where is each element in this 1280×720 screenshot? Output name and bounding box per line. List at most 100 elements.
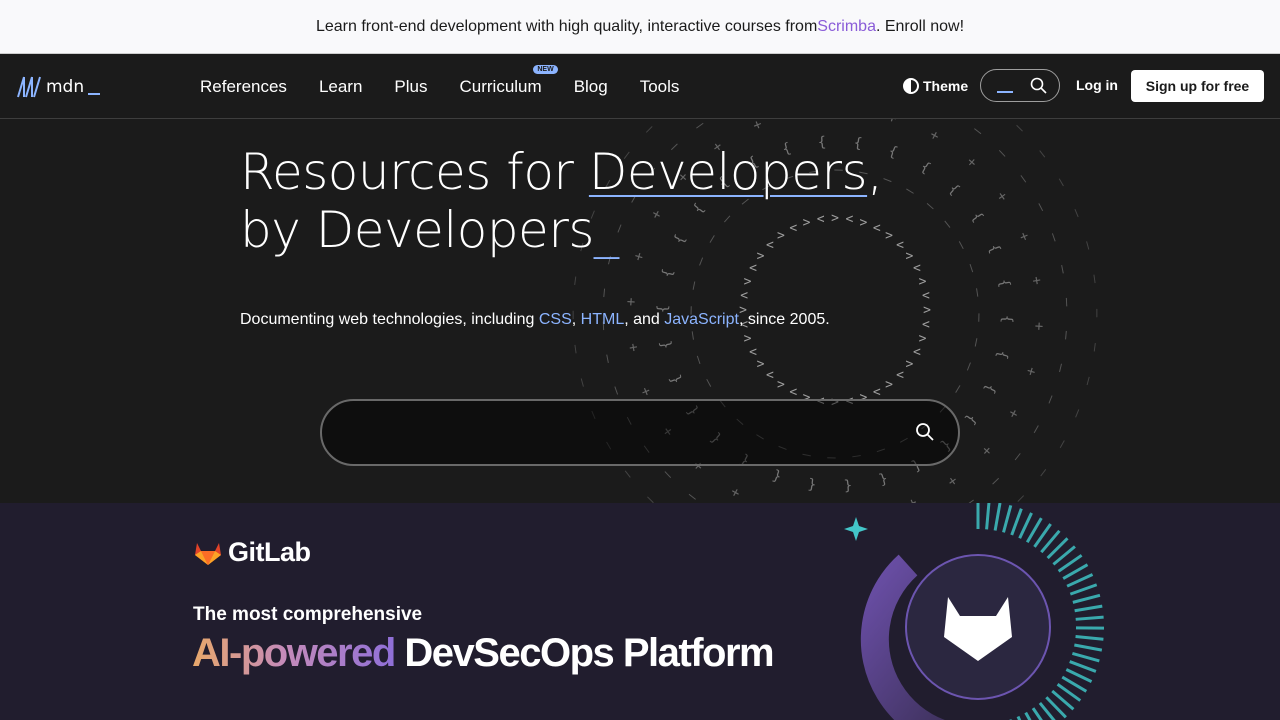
svg-text:+: + [944, 472, 960, 490]
sparkle-teal [844, 517, 868, 541]
svg-text:{: { [993, 349, 1011, 361]
gitlab-ad[interactable]: GitLab The most comprehensive AI-powered… [0, 503, 1280, 720]
svg-text:{: { [877, 470, 890, 488]
svg-text:+: + [993, 189, 1011, 205]
ad-illustration [844, 503, 1105, 720]
svg-text:—: — [943, 119, 959, 122]
svg-text:<: < [789, 385, 797, 400]
javascript-link[interactable]: JavaScript [664, 311, 739, 328]
svg-text:—: — [962, 494, 979, 503]
svg-text:{: { [968, 209, 986, 225]
svg-text:{: { [962, 411, 980, 427]
svg-text:+: + [623, 297, 639, 306]
html-link[interactable]: HTML [581, 311, 625, 328]
svg-text:<: < [922, 317, 930, 332]
svg-text:—: — [1034, 465, 1052, 482]
svg-text:+: + [796, 119, 807, 121]
svg-text:—: — [1012, 490, 1030, 503]
svg-text:{: { [807, 476, 818, 493]
svg-text:{: { [770, 467, 783, 485]
nav-tools[interactable]: Tools [624, 77, 696, 97]
svg-text:+: + [978, 442, 996, 459]
nav-blog[interactable]: Blog [558, 77, 624, 97]
svg-text:—: — [689, 353, 707, 367]
svg-text:—: — [902, 182, 918, 200]
nav-references[interactable]: References [184, 77, 303, 97]
svg-text:{: { [981, 381, 999, 396]
svg-text:—: — [1009, 449, 1027, 466]
svg-text:+: + [1028, 275, 1045, 286]
svg-text:>: > [919, 275, 927, 290]
svg-text:—: — [881, 171, 895, 189]
banner-text-end: . Enroll now! [875, 17, 965, 35]
nav-curriculum[interactable]: Curriculum NEW [444, 64, 558, 97]
svg-text:—: — [1053, 437, 1071, 453]
svg-text:+: + [886, 119, 899, 127]
svg-text:<: < [896, 238, 904, 253]
svg-text:—: — [963, 262, 981, 276]
ad-title-rest: DevSecOps Platform [394, 631, 774, 675]
svg-text:—: — [970, 122, 987, 140]
svg-text:—: — [994, 145, 1012, 163]
svg-text:+: + [927, 127, 942, 145]
svg-text:—: — [967, 337, 984, 349]
svg-text:—: — [640, 120, 658, 138]
svg-text:<: < [896, 368, 904, 383]
main-nav: References Learn Plus Curriculum NEW Blo… [184, 54, 695, 119]
svg-text:—: — [685, 279, 702, 291]
svg-text:—: — [684, 330, 701, 341]
mdn-logo[interactable]: mdn [16, 74, 101, 100]
svg-text:—: — [573, 376, 591, 389]
svg-text:—: — [1027, 422, 1045, 438]
svg-text:—: — [684, 488, 701, 503]
svg-text:—: — [1045, 231, 1063, 245]
svg-text:+: + [751, 119, 765, 134]
signup-button[interactable]: Sign up for free [1131, 70, 1264, 102]
svg-text:—: — [607, 383, 625, 397]
svg-text:—: — [692, 119, 709, 134]
svg-text:—: — [939, 216, 957, 233]
login-link[interactable]: Log in [1076, 77, 1118, 93]
css-link[interactable]: CSS [539, 311, 572, 328]
svg-text:—: — [1054, 264, 1071, 276]
search-icon[interactable] [914, 421, 936, 443]
svg-text:—: — [567, 275, 584, 286]
svg-text:{: { [667, 372, 685, 386]
search-cursor [997, 90, 1013, 93]
svg-text:<: < [749, 345, 757, 360]
svg-text:—: — [971, 313, 987, 322]
nav-learn[interactable]: Learn [303, 77, 378, 97]
svg-text:—: — [1086, 342, 1103, 353]
svg-text:>: > [885, 377, 893, 392]
svg-text:<: < [922, 289, 930, 304]
svg-text:+: + [728, 483, 743, 501]
nav-plus[interactable]: Plus [378, 77, 443, 97]
new-badge: NEW [533, 64, 558, 74]
gitlab-fox-icon [195, 542, 221, 565]
theme-label: Theme [923, 78, 969, 94]
svg-text:+: + [963, 154, 980, 172]
svg-text:<: < [740, 289, 748, 304]
svg-text:—: — [1011, 119, 1029, 137]
gitlab-logo: GitLab [194, 537, 311, 568]
developers-link: Developers [588, 143, 868, 201]
svg-text:—: — [1068, 206, 1086, 220]
hero-search-input[interactable] [320, 399, 960, 466]
svg-text:+: + [625, 342, 642, 353]
theme-toggle[interactable]: Theme [903, 78, 968, 94]
svg-text:+: + [1022, 365, 1040, 378]
gitlab-name: GitLab [228, 537, 311, 567]
svg-text:<: < [873, 385, 881, 400]
svg-text:>: > [744, 331, 752, 346]
svg-text:—: — [960, 360, 978, 374]
svg-text:—: — [618, 466, 636, 483]
header-search[interactable] [980, 69, 1060, 102]
scrimba-link[interactable]: Scrimba [817, 18, 876, 36]
theme-icon [903, 78, 919, 94]
svg-text:{: { [659, 267, 677, 279]
svg-text:<: < [766, 368, 774, 383]
hero-headline: Resources for Developers, by Developers_ [240, 143, 883, 259]
svg-text:{: { [999, 315, 1015, 324]
svg-text:>: > [744, 275, 752, 290]
svg-text:—: — [596, 287, 613, 297]
